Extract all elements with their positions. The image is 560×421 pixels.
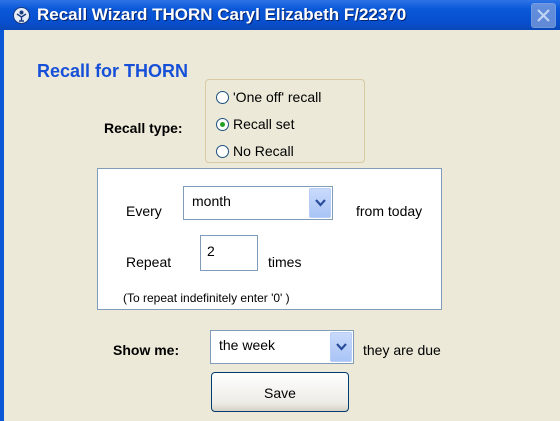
radio-no-recall[interactable]: No Recall xyxy=(216,141,294,161)
repeat-count-input[interactable]: 2 xyxy=(200,235,258,271)
show-me-dropdown-button[interactable] xyxy=(330,332,352,362)
repeat-hint: (To repeat indefinitely enter '0' ) xyxy=(123,291,290,305)
recall-wizard-window: Recall Wizard THORN Caryl Elizabeth F/22… xyxy=(0,0,560,421)
recall-type-group: 'One off' recall Recall set No Recall xyxy=(205,79,365,163)
recurrence-panel: Every month from today Repeat 2 times (T… xyxy=(97,168,442,310)
radio-circle[interactable] xyxy=(216,90,229,104)
radio-circle[interactable] xyxy=(216,144,229,158)
radio-label: Recall set xyxy=(233,116,295,132)
radio-circle-selected[interactable] xyxy=(216,117,229,131)
close-button[interactable] xyxy=(531,3,556,28)
show-me-value: the week xyxy=(219,337,276,353)
recall-wizard-icon xyxy=(13,7,30,24)
chevron-down-icon xyxy=(336,343,347,351)
title-bar[interactable]: Recall Wizard THORN Caryl Elizabeth F/22… xyxy=(0,0,560,30)
interval-value: month xyxy=(192,193,231,209)
from-today-label: from today xyxy=(356,203,423,219)
interval-dropdown-button[interactable] xyxy=(309,188,331,218)
save-button-label: Save xyxy=(264,385,296,401)
recall-type-label: Recall type: xyxy=(104,120,183,136)
repeat-label: Repeat xyxy=(126,254,172,270)
show-me-label: Show me: xyxy=(113,342,180,358)
interval-select[interactable]: month xyxy=(183,186,333,220)
page-title: Recall for THORN xyxy=(37,61,189,81)
repeat-count-value: 2 xyxy=(207,243,215,259)
window-frame-left xyxy=(0,30,4,421)
radio-label: 'One off' recall xyxy=(233,89,322,105)
save-button[interactable]: Save xyxy=(211,372,349,412)
radio-label: No Recall xyxy=(233,143,294,159)
radio-recall-set[interactable]: Recall set xyxy=(216,114,294,134)
radio-selected-dot xyxy=(220,121,225,127)
close-icon xyxy=(537,9,550,22)
they-are-due-label: they are due xyxy=(363,342,441,358)
every-label: Every xyxy=(126,203,162,219)
window-title: Recall Wizard THORN Caryl Elizabeth F/22… xyxy=(37,5,407,24)
chevron-down-icon xyxy=(315,199,326,207)
radio-one-off-recall[interactable]: 'One off' recall xyxy=(216,87,321,107)
times-label: times xyxy=(268,254,302,270)
show-me-select[interactable]: the week xyxy=(210,330,354,364)
